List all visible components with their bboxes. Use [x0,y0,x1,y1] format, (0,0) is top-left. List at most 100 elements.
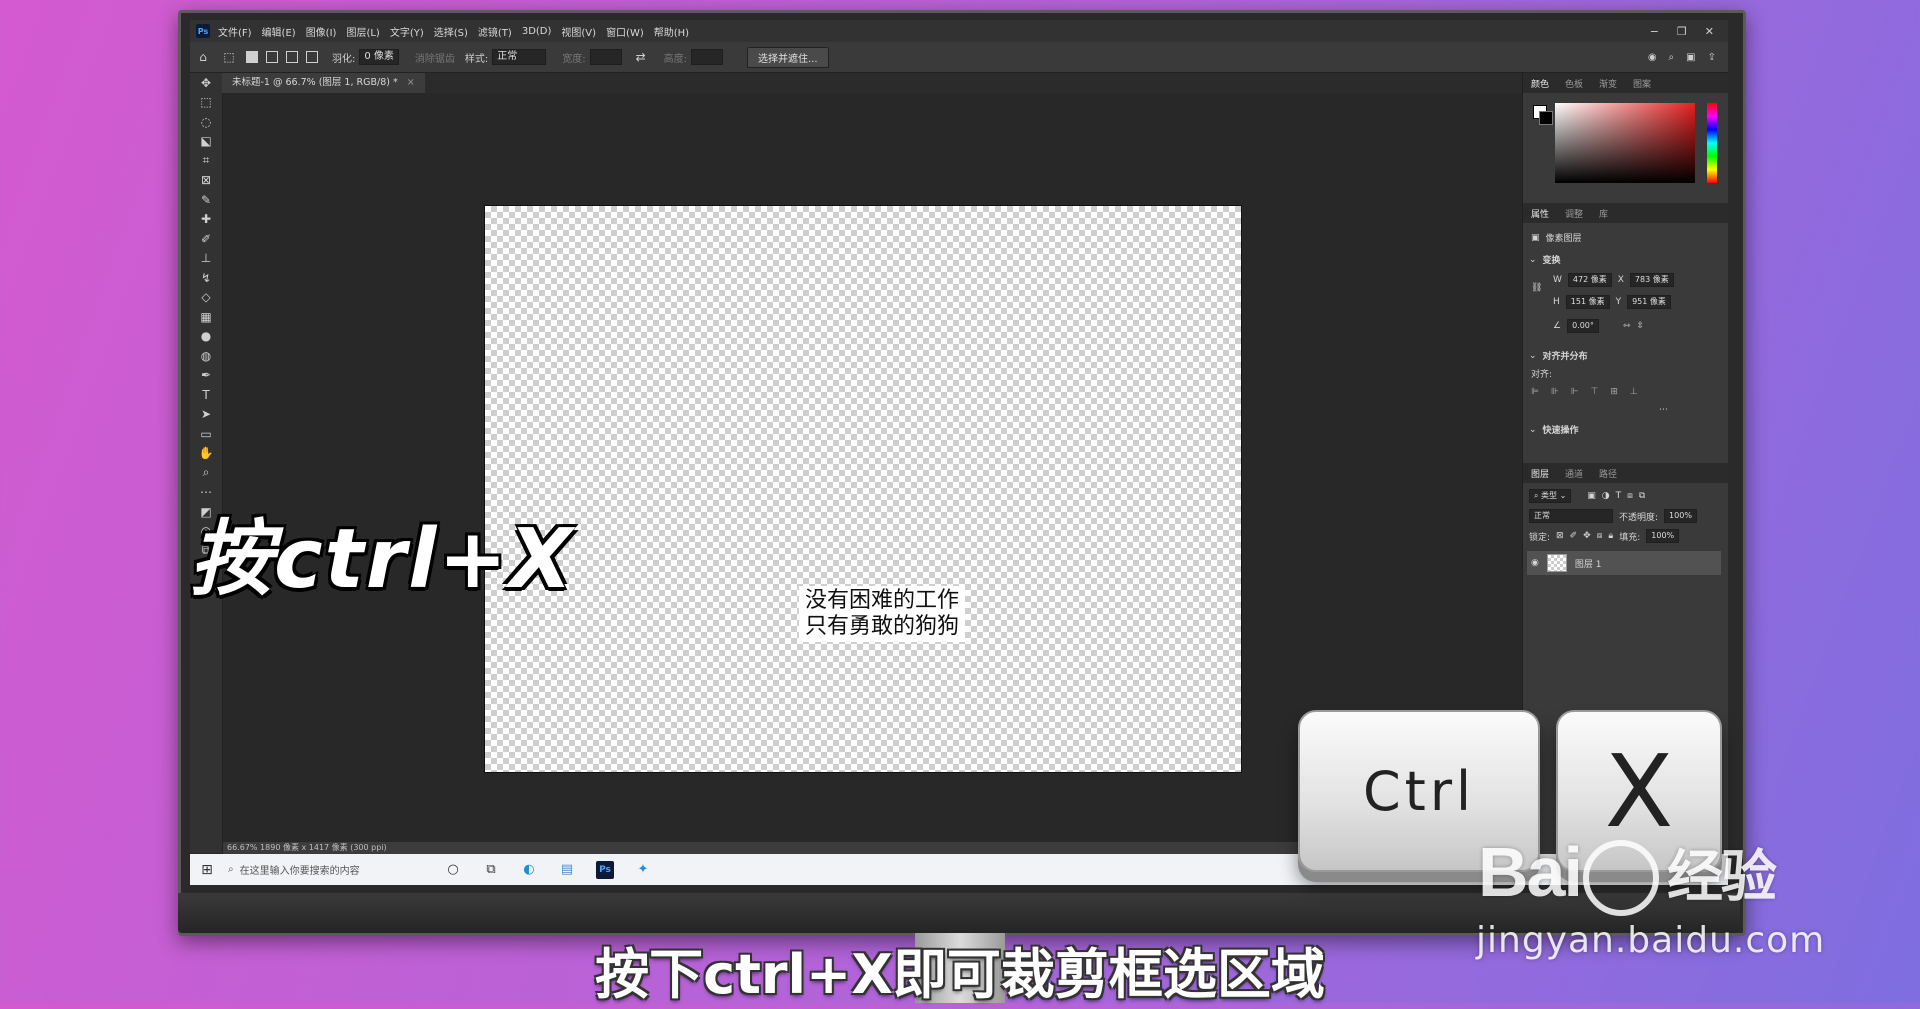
share-icon[interactable]: ⇪ [1708,52,1716,63]
color-picker-field[interactable] [1555,103,1695,183]
minimize-icon[interactable]: − [1650,25,1659,38]
lock-brush-icon[interactable]: ✐ [1570,531,1578,541]
cortana-icon[interactable]: ○ [440,859,466,881]
filter-smart-icon[interactable]: ⧉ [1639,491,1645,501]
filter-adjust-icon[interactable]: ◑ [1602,491,1610,501]
canvas-text-layer[interactable]: 没有困难的工作 只有勇敢的狗狗 [799,586,966,642]
subtract-selection-icon[interactable] [286,51,298,63]
document-canvas[interactable]: 没有困难的工作 只有勇敢的狗狗 [484,205,1242,773]
object-select-tool-icon[interactable]: ⬕ [190,132,222,152]
frame-tool-icon[interactable]: ⊠ [190,171,222,191]
transform-header[interactable]: ⌄ 变换 [1529,253,1561,267]
quick-actions-header[interactable]: ⌄ 快速操作 [1529,423,1579,437]
history-brush-icon[interactable]: ↯ [190,268,222,288]
account-icon[interactable]: ◉ [1648,52,1657,63]
flip-vertical-icon[interactable]: ⇳ [1636,321,1644,331]
task-view-icon[interactable]: ⧉ [478,859,504,881]
brush-tool-icon[interactable]: ✐ [190,229,222,249]
tab-adjustments[interactable]: 调整 [1565,207,1583,220]
tab-color[interactable]: 颜色 [1531,77,1549,90]
gradient-tool-icon[interactable]: ▦ [190,307,222,327]
tab-paths[interactable]: 路径 [1599,467,1617,480]
menu-window[interactable]: 窗口(W) [606,24,644,39]
taskbar-search-box[interactable]: ⌕ 在这里输入你要搜索的内容 [224,859,428,881]
tab-channels[interactable]: 通道 [1565,467,1583,480]
menu-select[interactable]: 选择(S) [434,24,468,39]
tab-libraries[interactable]: 库 [1599,207,1608,220]
align-right-icon[interactable]: ⊩ [1571,387,1579,397]
tab-patterns[interactable]: 图案 [1633,77,1651,90]
x-input[interactable]: 783 像素 [1629,273,1674,287]
kind-filter-select[interactable]: ⌕ 类型 ⌄ [1529,489,1572,503]
align-top-icon[interactable]: ⊤ [1591,387,1599,397]
healing-tool-icon[interactable]: ✚ [190,210,222,230]
windows-start-icon[interactable]: ⊞ [190,854,224,885]
path-select-tool-icon[interactable]: ➤ [190,405,222,425]
move-tool-icon[interactable]: ✥ [190,73,222,93]
lock-all-icon[interactable]: 🔒︎ [1608,531,1613,541]
menu-3d[interactable]: 3D(D) [522,26,552,37]
stamp-tool-icon[interactable]: ⊥ [190,249,222,269]
align-middle-icon[interactable]: ⊞ [1610,387,1618,397]
add-selection-icon[interactable] [266,51,278,63]
tab-layers[interactable]: 图层 [1531,467,1549,480]
rectangle-tool-icon[interactable]: ▭ [190,424,222,444]
dodge-tool-icon[interactable]: ◍ [190,346,222,366]
link-icon[interactable]: ⛓ [1531,283,1542,293]
tab-close-icon[interactable]: × [407,77,415,88]
y-input[interactable]: 951 像素 [1627,295,1671,309]
type-tool-icon[interactable]: T [190,385,222,405]
hue-slider[interactable] [1707,103,1717,183]
document-tab[interactable]: 未标题-1 @ 66.7% (图层 1, RGB/8) * × [222,73,425,93]
blend-mode-select[interactable]: 正常 [1529,509,1613,523]
align-bottom-icon[interactable]: ⊥ [1630,387,1638,397]
lock-transparent-icon[interactable]: ⊠ [1556,531,1564,541]
h-input[interactable]: 151 像素 [1565,295,1610,309]
feather-input[interactable]: 0 像素 [359,49,399,65]
menu-help[interactable]: 帮助(H) [654,24,689,39]
angle-input[interactable]: 0.00° [1567,319,1599,333]
background-color-swatch[interactable] [1539,111,1553,125]
filter-pixel-icon[interactable]: ▣ [1587,491,1596,501]
menu-image[interactable]: 图像(I) [306,24,337,39]
tab-properties[interactable]: 属性 [1531,207,1549,220]
marquee-preset-icon[interactable]: ⬚ [222,50,236,64]
eyedropper-tool-icon[interactable]: ✎ [190,190,222,210]
file-explorer-icon[interactable]: ▤ [554,859,580,881]
w-input[interactable]: 472 像素 [1567,273,1612,287]
menu-edit[interactable]: 编辑(E) [262,24,296,39]
lock-move-icon[interactable]: ✥ [1583,531,1591,541]
lasso-tool-icon[interactable]: ◌ [190,112,222,132]
hand-tool-icon[interactable]: ✋ [190,444,222,464]
new-selection-icon[interactable] [246,51,258,63]
menu-layer[interactable]: 图层(L) [346,24,379,39]
tab-gradients[interactable]: 渐变 [1599,77,1617,90]
select-and-mask-button[interactable]: 选择并遮住... [747,46,829,68]
filter-type-icon[interactable]: T [1616,491,1622,501]
flip-horizontal-icon[interactable]: ⇿ [1623,321,1631,331]
visibility-eye-icon[interactable]: ◉ [1531,558,1539,568]
antialias-checkbox[interactable]: 消除锯齿 [415,50,455,65]
menu-filter[interactable]: 滤镜(T) [478,24,512,39]
fill-input[interactable]: 100% [1646,529,1680,543]
pen-tool-icon[interactable]: ✒ [190,366,222,386]
edge-browser-icon[interactable]: ◐ [516,859,542,881]
eraser-tool-icon[interactable]: ◇ [190,288,222,308]
marquee-tool-icon[interactable]: ⬚ [190,93,222,113]
blur-tool-icon[interactable]: ● [190,327,222,347]
search-icon[interactable]: ⌕ [1669,52,1675,63]
more-options-icon[interactable]: ⋯ [1659,405,1668,415]
zoom-tool-icon[interactable]: ⌕ [190,463,222,483]
menu-view[interactable]: 视图(V) [561,24,596,39]
crop-tool-icon[interactable]: ⌗ [190,151,222,171]
filter-shape-icon[interactable]: ⧈ [1627,491,1633,501]
lock-artboard-icon[interactable]: ⧈ [1597,531,1603,541]
height-input[interactable] [691,49,724,65]
restore-icon[interactable]: ❐ [1677,25,1687,38]
menu-file[interactable]: 文件(F) [218,24,252,39]
style-select[interactable]: 正常 [492,49,547,65]
intersect-selection-icon[interactable] [306,51,318,63]
workspace-icon[interactable]: ▣ [1686,52,1695,63]
menu-type[interactable]: 文字(Y) [390,24,424,39]
align-header[interactable]: ⌄ 对齐并分布 [1529,349,1588,363]
